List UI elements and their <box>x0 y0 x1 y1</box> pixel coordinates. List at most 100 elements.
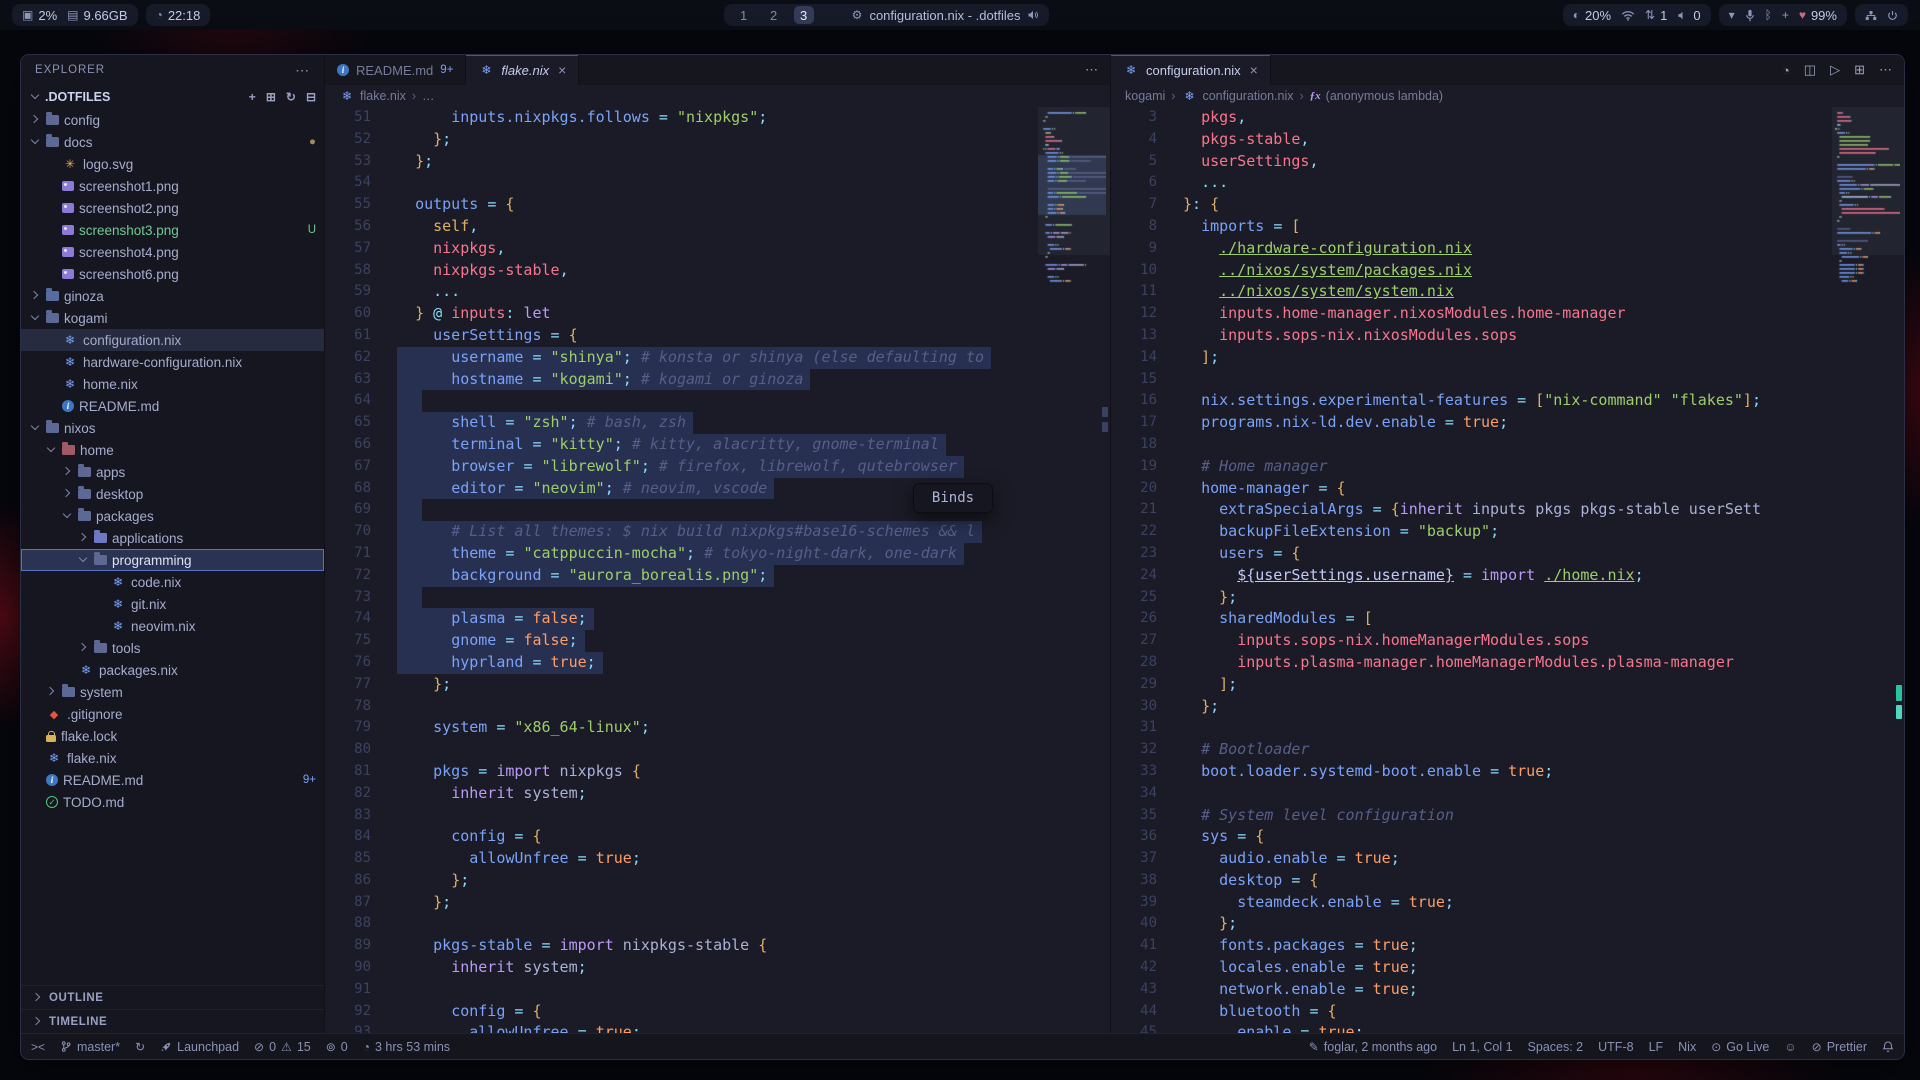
layout-icon[interactable]: ⊞ <box>1854 62 1865 78</box>
explorer-more-icon[interactable]: ⋯ <box>295 62 310 79</box>
code-line[interactable]: 8 imports = [ <box>1111 216 1904 238</box>
tree-item-neovim-nix[interactable]: neovim.nix <box>21 615 324 637</box>
code-line[interactable]: 84 config = { <box>325 826 1110 848</box>
run-icon[interactable]: ▷ <box>1830 62 1840 78</box>
close-icon[interactable]: × <box>558 62 566 78</box>
code-line[interactable]: 12 inputs.home-manager.nixosModules.home… <box>1111 303 1904 325</box>
code-line[interactable]: 25 }; <box>1111 587 1904 609</box>
more-actions-icon[interactable]: ⋯ <box>1879 62 1892 78</box>
tab-readme[interactable]: README.md 9+ <box>325 55 466 85</box>
feedback-button[interactable]: ☺ <box>1784 1040 1796 1054</box>
code-line[interactable]: 24 ${userSettings.username} = import ./h… <box>1111 565 1904 587</box>
code-line[interactable]: 59 ... <box>325 281 1110 303</box>
split-editor-icon[interactable]: ◫ <box>1804 62 1816 78</box>
code-line[interactable]: 58 nixpkgs-stable, <box>325 260 1110 282</box>
tree-item-screenshot2-png[interactable]: screenshot2.png <box>21 197 324 219</box>
code-line[interactable]: 89 pkgs-stable = import nixpkgs-stable { <box>325 935 1110 957</box>
tree-item-desktop[interactable]: desktop <box>21 483 324 505</box>
code-line[interactable]: 31 <box>1111 717 1904 739</box>
code-line[interactable]: 32 # Bootloader <box>1111 739 1904 761</box>
code-line[interactable]: 40 }; <box>1111 913 1904 935</box>
tree-item-readme-md[interactable]: README.md9+ <box>21 769 324 791</box>
tree-item-docs[interactable]: docs● <box>21 131 324 153</box>
tree-item-screenshot6-png[interactable]: screenshot6.png <box>21 263 324 285</box>
network-icon[interactable] <box>1865 10 1877 21</box>
code-line[interactable]: 35 # System level configuration <box>1111 805 1904 827</box>
code-line[interactable]: 7}: { <box>1111 194 1904 216</box>
code-line[interactable]: 22 backupFileExtension = "backup"; <box>1111 521 1904 543</box>
code-line[interactable]: 73 <box>325 587 1110 609</box>
code-line[interactable]: 29 ]; <box>1111 674 1904 696</box>
tree-item-screenshot4-png[interactable]: screenshot4.png <box>21 241 324 263</box>
code-area-2[interactable]: 3 pkgs,4 pkgs-stable,5 userSettings,6 ..… <box>1111 107 1904 1033</box>
code-line[interactable]: 26 sharedModules = [ <box>1111 608 1904 630</box>
code-line[interactable]: 87 }; <box>325 892 1110 914</box>
code-line[interactable]: 77 }; <box>325 674 1110 696</box>
tree-item-tools[interactable]: tools <box>21 637 324 659</box>
indentation[interactable]: Spaces: 2 <box>1528 1040 1584 1054</box>
code-line[interactable]: 43 network.enable = true; <box>1111 979 1904 1001</box>
code-line[interactable]: 81 pkgs = import nixpkgs { <box>325 761 1110 783</box>
code-line[interactable]: 67 browser = "librewolf"; # firefox, lib… <box>325 456 1110 478</box>
eol-sequence[interactable]: LF <box>1649 1040 1664 1054</box>
tree-item-flake-lock[interactable]: flake.lock <box>21 725 324 747</box>
code-line[interactable]: 93 allowUnfree = true; <box>325 1022 1110 1033</box>
tree-item-flake-nix[interactable]: flake.nix <box>21 747 324 769</box>
remote-indicator[interactable]: >< <box>31 1040 45 1054</box>
code-line[interactable]: 78 <box>325 696 1110 718</box>
code-line[interactable]: 56 self, <box>325 216 1110 238</box>
tree-item-programming[interactable]: programming <box>21 549 324 571</box>
code-area-1[interactable]: 51 inputs.nixpkgs.follows = "nixpkgs";52… <box>325 107 1110 1033</box>
code-line[interactable]: 76 hyprland = true; <box>325 652 1110 674</box>
code-line[interactable]: 60 } @ inputs: let <box>325 303 1110 325</box>
wifi[interactable] <box>1621 10 1635 21</box>
refresh-icon[interactable]: ↻ <box>286 90 296 104</box>
code-line[interactable]: 57 nixpkgs, <box>325 238 1110 260</box>
git-blame[interactable]: ✎foglar, 2 months ago <box>1309 1040 1437 1054</box>
problems-indicator[interactable]: ⊘0 ⚠15 <box>254 1040 311 1054</box>
tree-item-git-nix[interactable]: git.nix <box>21 593 324 615</box>
bluetooth-icon[interactable]: ᛒ <box>1765 8 1772 22</box>
code-line[interactable]: 9 ./hardware-configuration.nix <box>1111 238 1904 260</box>
tree-item-screenshot3-png[interactable]: screenshot3.pngU <box>21 219 324 241</box>
code-line[interactable]: 19 # Home manager <box>1111 456 1904 478</box>
code-line[interactable]: 13 inputs.sops-nix.nixosModules.sops <box>1111 325 1904 347</box>
code-line[interactable]: 36 sys = { <box>1111 826 1904 848</box>
minimap[interactable] <box>1832 107 1904 1033</box>
workspace-3[interactable]: 3 <box>794 6 814 24</box>
plus-icon[interactable]: + <box>1782 8 1789 22</box>
code-line[interactable]: 38 desktop = { <box>1111 870 1904 892</box>
cursor-position[interactable]: Ln 1, Col 1 <box>1452 1040 1512 1054</box>
minimap[interactable] <box>1038 107 1110 1033</box>
code-line[interactable]: 71 theme = "catppuccin-mocha"; # tokyo-n… <box>325 543 1110 565</box>
code-line[interactable]: 27 inputs.sops-nix.homeManagerModules.so… <box>1111 630 1904 652</box>
code-line[interactable]: 65 shell = "zsh"; # bash, zsh <box>325 412 1110 434</box>
code-line[interactable]: 66 terminal = "kitty"; # kitty, alacritt… <box>325 434 1110 456</box>
tree-item-logo-svg[interactable]: logo.svg <box>21 153 324 175</box>
battery[interactable]: ♥99% <box>1799 8 1837 23</box>
code-line[interactable]: 88 <box>325 913 1110 935</box>
tree-item-screenshot1-png[interactable]: screenshot1.png <box>21 175 324 197</box>
code-line[interactable]: 90 inherit system; <box>325 957 1110 979</box>
prettier-status[interactable]: ⊘Prettier <box>1812 1040 1867 1054</box>
code-line[interactable]: 3 pkgs, <box>1111 107 1904 129</box>
code-line[interactable]: 30 }; <box>1111 696 1904 718</box>
code-line[interactable]: 80 <box>325 739 1110 761</box>
code-line[interactable]: 52 }; <box>325 129 1110 151</box>
microphone-icon[interactable] <box>1745 9 1755 22</box>
tab-flake[interactable]: flake.nix × <box>466 55 579 85</box>
code-line[interactable]: 54 <box>325 172 1110 194</box>
code-line[interactable]: 85 allowUnfree = true; <box>325 848 1110 870</box>
tree-item-code-nix[interactable]: code.nix <box>21 571 324 593</box>
more-actions-icon[interactable]: ⋯ <box>1085 62 1098 78</box>
language-mode[interactable]: Nix <box>1678 1040 1696 1054</box>
notifications-button[interactable] <box>1882 1040 1894 1053</box>
code-line[interactable]: 79 system = "x86_64-linux"; <box>325 717 1110 739</box>
breadcrumb-folder[interactable]: kogami <box>1125 89 1165 103</box>
timeline-section[interactable]: TIMELINE <box>21 1009 324 1033</box>
code-line[interactable]: 4 pkgs-stable, <box>1111 129 1904 151</box>
breadcrumb-file[interactable]: configuration.nix <box>1181 88 1293 104</box>
code-line[interactable]: 62 username = "shinya"; # konsta or shin… <box>325 347 1110 369</box>
code-line[interactable]: 41 fonts.packages = true; <box>1111 935 1904 957</box>
history-icon[interactable]: ◔ <box>1782 63 1790 78</box>
